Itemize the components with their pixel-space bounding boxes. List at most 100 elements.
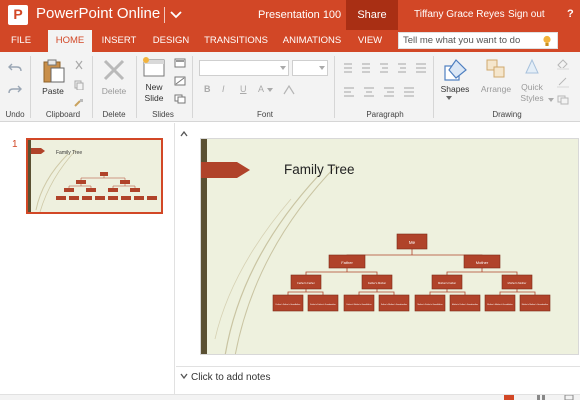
duplicate-icon[interactable] — [556, 94, 570, 106]
cut-icon[interactable] — [74, 60, 84, 70]
group-label-paragraph: Paragraph — [366, 110, 404, 119]
notes-placeholder[interactable]: Click to add notes — [191, 372, 271, 383]
paste-button[interactable]: Paste — [36, 86, 70, 96]
tab-transitions[interactable]: TRANSITIONS — [202, 30, 270, 52]
chevron-down-icon[interactable] — [180, 373, 188, 379]
chart-box-level3[interactable] — [307, 294, 339, 312]
new-slide-button[interactable]: New Slide — [138, 82, 170, 104]
chart-box-level3[interactable] — [414, 294, 446, 312]
new-slide-icon[interactable] — [142, 56, 166, 78]
group-divider — [334, 56, 335, 118]
chart-label-level3: Mother's Father's Grandfather — [417, 303, 442, 306]
chart-label-level3: Father's Father's Grandmother — [310, 303, 336, 306]
group-label-clipboard: Clipboard — [45, 110, 81, 119]
title-divider — [164, 7, 165, 23]
chart-box-level3[interactable] — [449, 294, 481, 312]
sign-out-link[interactable]: Sign out — [508, 9, 545, 20]
delete-icon[interactable] — [102, 58, 126, 82]
chart-box-level3[interactable] — [343, 294, 375, 312]
chevron-up-icon[interactable] — [180, 131, 188, 137]
underline-button[interactable]: U — [240, 84, 247, 94]
shapes-button[interactable]: Shapes — [438, 84, 472, 94]
font-size-select[interactable] — [292, 60, 328, 76]
chevron-down-icon[interactable] — [446, 96, 452, 100]
chart-label-level3: Mother's Mother's Grandmother — [522, 303, 549, 306]
logo-letter: P — [13, 6, 23, 22]
delete-button[interactable]: Delete — [96, 86, 132, 96]
lightbulb-icon[interactable] — [542, 35, 552, 47]
ribbon: Undo Paste Clipboard Delete Delete New Sl… — [0, 52, 580, 122]
chart-label-level3: Mother's Father's Grandmother — [452, 303, 479, 306]
chevron-down-icon[interactable] — [168, 6, 184, 24]
quick-styles-icon[interactable] — [522, 57, 542, 79]
status-bar — [0, 394, 580, 400]
quick-styles-label-2: Styles — [520, 93, 544, 103]
chart-box-level3[interactable] — [484, 294, 516, 312]
normal-view-icon[interactable] — [504, 395, 514, 400]
chart-box-level3[interactable] — [519, 294, 551, 312]
group-label-undo: Undo — [5, 110, 25, 119]
slide-title[interactable]: Family Tree — [284, 162, 355, 177]
layout-icon[interactable] — [174, 58, 186, 68]
font-name-select[interactable] — [199, 60, 289, 76]
quick-styles-button[interactable]: Quick Styles — [514, 82, 550, 104]
chart-box-level3[interactable] — [378, 294, 410, 312]
font-color-button[interactable]: A — [258, 84, 264, 94]
chevron-down-icon[interactable] — [267, 88, 273, 92]
duplicate-slide-icon[interactable] — [174, 94, 186, 104]
copy-icon[interactable] — [74, 80, 84, 90]
quick-styles-label-1: Quick — [521, 82, 543, 92]
reading-view-icon[interactable] — [564, 395, 574, 400]
chart-box-level3[interactable] — [272, 294, 304, 312]
tab-design[interactable]: DESIGN — [146, 30, 196, 52]
shape-outline-icon[interactable] — [556, 76, 570, 88]
bold-button[interactable]: B — [204, 84, 211, 94]
chevron-down-icon — [319, 66, 325, 70]
group-divider — [433, 56, 434, 118]
powerpoint-logo-icon[interactable]: P — [8, 5, 28, 25]
new-slide-label-2: Slide — [144, 93, 164, 103]
slide-thumbnail-pane: 1 Family Tree — [0, 123, 175, 400]
chart-label-level2: Mother's Father — [438, 281, 456, 285]
clear-formatting-icon[interactable] — [282, 84, 296, 96]
help-button[interactable]: ? — [567, 8, 574, 20]
document-name[interactable]: Presentation 100 — [258, 9, 341, 21]
arrange-button[interactable]: Arrange — [478, 84, 514, 94]
tell-me-input[interactable]: Tell me what you want to do — [398, 32, 558, 49]
slide-thumbnail[interactable]: Family Tree — [26, 138, 163, 214]
notes-divider — [176, 366, 580, 367]
slide-number: 1 — [12, 139, 18, 150]
tab-insert[interactable]: INSERT — [98, 30, 140, 52]
tab-file[interactable]: FILE — [2, 30, 40, 52]
user-name[interactable]: Tiffany Grace Reyes — [414, 9, 505, 20]
chart-label-level3: Mother's Mother's Grandfather — [487, 303, 513, 306]
thumbnail-preview: Family Tree — [28, 140, 157, 212]
chart-label-me: Me — [409, 240, 416, 245]
tab-animations[interactable]: ANIMATIONS — [278, 30, 346, 52]
share-button[interactable]: Share — [346, 0, 398, 30]
decorative-curve — [234, 164, 338, 354]
shape-fill-icon[interactable] — [556, 58, 570, 70]
arrange-icon[interactable] — [484, 57, 508, 81]
title-ribbon-arrow — [201, 162, 250, 178]
format-painter-icon[interactable] — [74, 98, 84, 108]
redo-icon[interactable] — [8, 84, 22, 96]
thumbnail-title: Family Tree — [56, 150, 82, 156]
slide-artwork: Family Tree Me Father Mother Father's Fa… — [201, 139, 551, 354]
slide-canvas[interactable]: Family Tree Me Father Mother Father's Fa… — [200, 138, 579, 355]
undo-icon[interactable] — [8, 62, 22, 74]
tab-home[interactable]: HOME — [48, 30, 92, 52]
italic-button[interactable]: I — [222, 84, 225, 94]
slide-sorter-icon[interactable] — [536, 395, 546, 400]
tab-view[interactable]: VIEW — [352, 30, 388, 52]
group-divider — [92, 56, 93, 118]
group-divider — [136, 56, 137, 118]
app-name[interactable]: PowerPoint Online — [36, 5, 160, 22]
paragraph-controls-icon[interactable] — [342, 62, 430, 102]
paste-icon[interactable] — [40, 58, 66, 84]
chevron-down-icon[interactable] — [548, 98, 554, 102]
hide-slide-icon[interactable] — [174, 76, 186, 86]
chart-label-level2: Father's Mother — [368, 281, 386, 285]
chart-label-level3: Father's Mother's Grandfather — [346, 303, 371, 306]
shapes-icon[interactable] — [442, 57, 470, 83]
